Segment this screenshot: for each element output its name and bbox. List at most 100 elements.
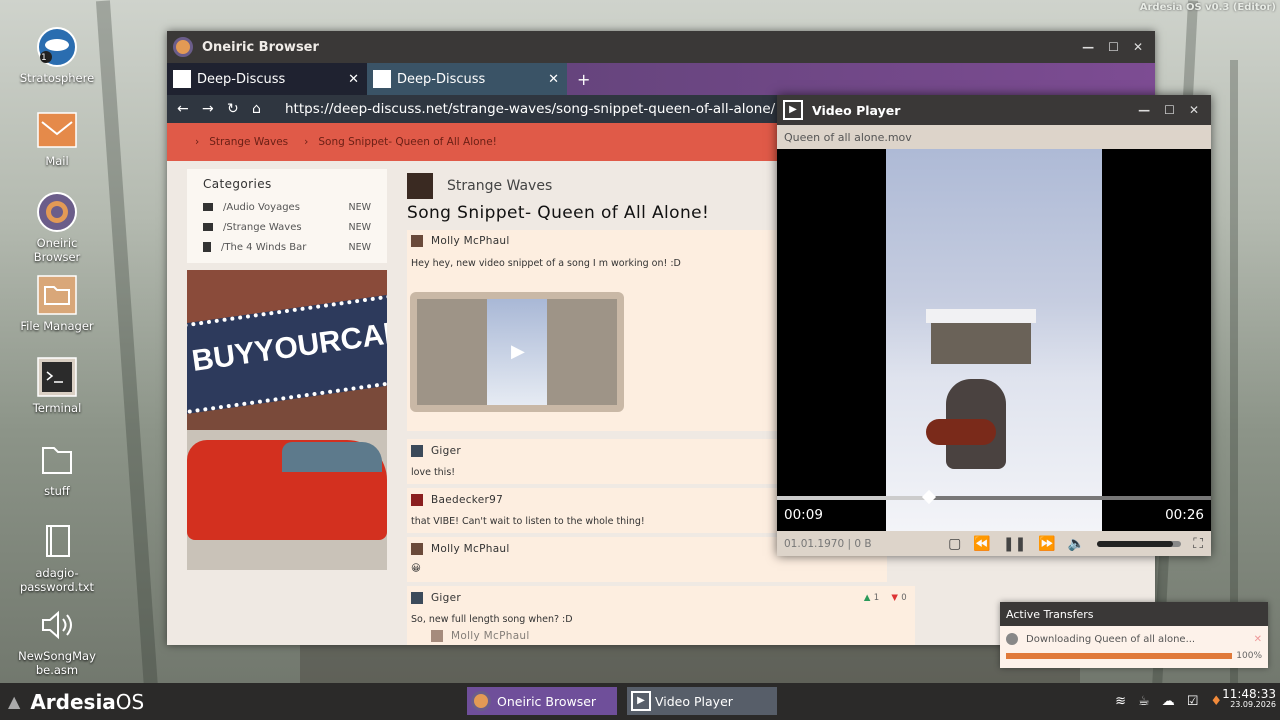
url-field[interactable]: https://deep-discuss.net/strange-waves/s… [285, 101, 775, 117]
video-player-icon: ▶ [631, 691, 651, 711]
video-screen[interactable]: 00:09 00:26 [777, 149, 1211, 531]
user-avatar [411, 494, 423, 506]
upvote-count: 1 [873, 593, 880, 603]
pause-icon[interactable]: ❚❚ [1003, 536, 1026, 552]
taskbar: ▲ Ardesia OS Oneiric Browser ▶ Video Play… [0, 683, 1280, 720]
fullscreen-icon[interactable]: ⛶ [1193, 536, 1203, 552]
notification-bell-icon[interactable]: ♦ [1210, 694, 1222, 709]
breadcrumb-item[interactable]: Song Snippet- Queen of All Alone! [318, 136, 497, 148]
close-button[interactable]: ✕ [1133, 40, 1143, 54]
desktop-icon-label: NewSongMaybe.asm [18, 649, 96, 677]
post-username: Baedecker97 [431, 494, 504, 506]
tab-close-icon[interactable]: ✕ [348, 72, 359, 87]
video-frame [886, 149, 1102, 531]
download-icon [1006, 633, 1018, 645]
close-button[interactable]: ✕ [1189, 103, 1199, 117]
browser-titlebar[interactable]: Oneiric Browser — ☐ ✕ [167, 31, 1155, 63]
ardesia-logo-icon: ▲ [8, 692, 21, 711]
logo-text-light: OS [115, 689, 145, 714]
advertisement-banner[interactable]: BUYYOURCAR.C [187, 270, 387, 570]
breadcrumb-item[interactable]: Strange Waves [209, 136, 288, 148]
user-avatar [411, 445, 423, 457]
favicon-icon [173, 70, 191, 88]
transfer-close-icon[interactable]: ✕ [1254, 634, 1262, 645]
tab-deep-discuss-1[interactable]: Deep-Discuss ✕ [167, 63, 367, 95]
desktop-icon-stuff[interactable]: stuff [8, 440, 106, 498]
category-item[interactable]: /Strange Waves NEW [203, 217, 387, 237]
seek-bar-fill [777, 496, 929, 500]
desktop-icon-label: File Manager [20, 319, 94, 333]
reply-user[interactable]: Molly McPhaul [407, 630, 915, 642]
forum-header: Strange Waves [407, 173, 552, 199]
taskbar-item-label: Video Player [655, 693, 733, 709]
browser-logo-icon [173, 37, 193, 57]
video-player-window[interactable]: ▶ Video Player — ☐ ✕ Queen of all alone.… [777, 95, 1211, 556]
upvote-button[interactable]: ▲ 1 [864, 593, 880, 603]
desktop-icon-label: adagio-password.txt [19, 566, 95, 594]
checkbox-icon[interactable]: ☑ [1187, 694, 1199, 709]
coffee-icon[interactable]: ☕ [1138, 694, 1150, 709]
tab-label: Deep-Discuss [197, 71, 286, 87]
desktop-icon-label: stuff [44, 484, 70, 498]
fast-forward-icon[interactable]: ⏩ [1038, 536, 1055, 552]
downvote-button[interactable]: ▼ 0 [891, 593, 907, 603]
desktop-icon-adagio-password[interactable]: adagio-password.txt [8, 522, 106, 594]
reload-icon[interactable]: ↻ [227, 101, 252, 117]
system-tray: ≋ ☕ ☁ ☑ ♦ [1115, 683, 1222, 720]
category-icon [203, 242, 211, 252]
cloud-icon[interactable]: ☁ [1162, 694, 1175, 709]
post-username: Molly McPhaul [431, 235, 510, 247]
video-player-titlebar[interactable]: ▶ Video Player — ☐ ✕ [777, 95, 1211, 125]
taskbar-item-video-player[interactable]: ▶ Video Player [627, 687, 777, 715]
minimize-button[interactable]: — [1138, 103, 1150, 117]
video-player-title: Video Player [812, 102, 901, 118]
desktop-icon-mail[interactable]: Mail [8, 110, 106, 168]
wifi-icon[interactable]: ≋ [1115, 694, 1126, 709]
active-transfers-panel: Active Transfers Downloading Queen of al… [1000, 602, 1268, 668]
volume-icon[interactable]: 🔈 [1068, 536, 1085, 552]
player-controls: 01.01.1970 | 0 B ▢ ⏪ ❚❚ ⏩ 🔈 ⛶ [777, 531, 1211, 556]
desktop-icon-oneiric-browser[interactable]: Oneiric Browser [8, 192, 106, 264]
clock-time: 11:48:33 [1222, 687, 1276, 701]
play-icon[interactable]: ▶ [511, 341, 525, 362]
maximize-button[interactable]: ☐ [1164, 103, 1175, 117]
desktop-icon-newsong[interactable]: NewSongMaybe.asm [8, 605, 106, 677]
new-tab-button[interactable]: + [567, 63, 590, 95]
tab-label: Deep-Discuss [397, 71, 486, 87]
text-file-icon [37, 522, 77, 562]
thread-title: Song Snippet- Queen of All Alone! [407, 203, 710, 223]
volume-slider[interactable] [1097, 540, 1182, 547]
clock-date: 23.09.2026 [1230, 700, 1276, 709]
clock[interactable]: 11:48:33 23.09.2026 [1222, 688, 1276, 710]
tab-deep-discuss-2[interactable]: Deep-Discuss ✕ [367, 63, 567, 95]
folder-open-icon [37, 275, 77, 315]
user-avatar [411, 592, 423, 604]
video-player-icon: ▶ [783, 100, 803, 120]
start-menu-button[interactable]: ▲ Ardesia OS [0, 690, 144, 714]
taskbar-item-browser[interactable]: Oneiric Browser [467, 687, 617, 715]
file-info: 01.01.1970 | 0 B [784, 537, 872, 550]
forward-arrow-icon[interactable]: → [202, 101, 227, 117]
desktop-icon-stratosphere[interactable]: 1 Stratosphere [8, 27, 106, 85]
logo-text-bold: Ardesia [30, 689, 116, 714]
categories-title: Categories [203, 177, 272, 191]
maximize-button[interactable]: ☐ [1108, 40, 1119, 54]
rewind-icon[interactable]: ⏪ [973, 536, 990, 552]
user-avatar [411, 235, 423, 247]
back-arrow-icon[interactable]: ← [177, 101, 202, 117]
post-user[interactable]: Giger ▲ 1 ▼ 0 [407, 586, 915, 604]
desktop-icon-file-manager[interactable]: File Manager [8, 275, 106, 333]
subtitles-off-icon[interactable]: ▢ [948, 536, 961, 552]
minimize-button[interactable]: — [1082, 40, 1094, 54]
home-icon[interactable]: ⌂ [252, 101, 277, 117]
category-item[interactable]: /Audio Voyages NEW [203, 197, 387, 217]
forum-name[interactable]: Strange Waves [447, 178, 552, 194]
category-item[interactable]: /The 4 Winds Bar NEW [203, 237, 387, 257]
taskbar-item-label: Oneiric Browser [497, 693, 597, 709]
video-thumbnail[interactable]: ▶ [410, 292, 624, 412]
stratosphere-badge: 1 [41, 53, 47, 63]
terminal-icon [37, 357, 77, 397]
tab-close-icon[interactable]: ✕ [548, 72, 559, 87]
folder-icon [37, 440, 77, 480]
desktop-icon-terminal[interactable]: Terminal [8, 357, 106, 415]
